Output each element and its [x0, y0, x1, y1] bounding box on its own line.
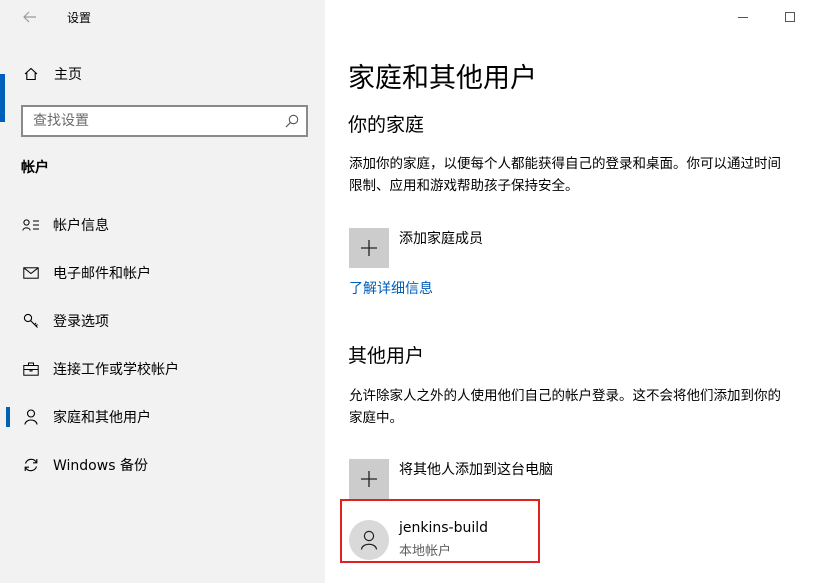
mail-icon — [22, 264, 40, 282]
user-avatar-icon — [360, 530, 378, 550]
family-description: 添加你的家庭，以便每个人都能获得自己的登录和桌面。你可以通过时间限制、应用和游戏… — [349, 156, 781, 194]
sidebar-item-your-info[interactable]: 帐户信息 — [0, 205, 325, 245]
sidebar-item-windows-backup[interactable]: Windows 备份 — [0, 445, 325, 485]
app-title: 设置 — [67, 11, 92, 25]
settings-window: 设置 主页 帐户 — [0, 0, 818, 583]
home-icon — [22, 65, 40, 83]
sidebar-item-sign-in[interactable]: 登录选项 — [0, 301, 325, 341]
sidebar: 设置 主页 帐户 — [0, 0, 325, 583]
sidebar-item-family-other-users[interactable]: 家庭和其他用户 — [0, 397, 325, 437]
user-account-type: 本地帐户 — [399, 544, 452, 559]
sidebar-item-label: Windows 备份 — [53, 458, 148, 474]
sidebar-item-work-school[interactable]: 连接工作或学校帐户 — [0, 349, 325, 389]
minimize-icon — [738, 17, 748, 18]
search-box[interactable] — [21, 105, 308, 137]
user-info-icon — [22, 216, 40, 234]
other-users-description: 允许除家人之外的人使用他们自己的帐户登录。这不会将他们添加到你的家庭中。 — [349, 388, 781, 426]
briefcase-icon — [22, 360, 40, 378]
sidebar-item-label: 电子邮件和帐户 — [53, 266, 151, 282]
search-input[interactable] — [31, 111, 271, 131]
sidebar-item-home[interactable]: 主页 — [0, 54, 325, 94]
back-button[interactable] — [17, 4, 43, 30]
maximize-icon — [785, 12, 795, 22]
sidebar-item-label: 登录选项 — [53, 314, 109, 330]
active-indicator — [6, 407, 10, 427]
sidebar-item-label: 家庭和其他用户 — [53, 410, 151, 426]
add-tile — [349, 228, 389, 268]
sidebar-item-email[interactable]: 电子邮件和帐户 — [0, 253, 325, 293]
add-tile — [349, 459, 389, 499]
sidebar-item-label: 主页 — [54, 67, 82, 83]
add-family-member-button[interactable]: 添加家庭成员 — [349, 228, 483, 268]
other-users-heading: 其他用户 — [348, 345, 425, 367]
sync-icon — [22, 456, 40, 474]
maximize-button[interactable] — [775, 4, 805, 30]
title-bar: 设置 — [0, 0, 325, 34]
sidebar-item-label: 连接工作或学校帐户 — [53, 362, 179, 378]
plus-icon — [361, 471, 377, 487]
add-other-user-label: 将其他人添加到这台电脑 — [399, 462, 553, 478]
search-icon[interactable] — [284, 113, 300, 129]
user-list-item[interactable]: jenkins-build 本地帐户 — [340, 499, 649, 563]
key-icon — [22, 312, 40, 330]
main-content: 家庭和其他用户 你的家庭 添加你的家庭，以便每个人都能获得自己的登录和桌面。你可… — [325, 0, 818, 583]
family-heading: 你的家庭 — [348, 114, 425, 136]
add-family-member-label: 添加家庭成员 — [399, 231, 483, 247]
plus-icon — [361, 240, 377, 256]
sidebar-item-label: 帐户信息 — [53, 218, 109, 234]
minimize-button[interactable] — [728, 4, 758, 30]
section-label-accounts: 帐户 — [21, 160, 49, 176]
avatar — [349, 520, 389, 560]
learn-more-link[interactable]: 了解详细信息 — [349, 278, 433, 298]
page-title: 家庭和其他用户 — [348, 63, 537, 94]
person-icon — [22, 408, 40, 426]
user-name: jenkins-build — [399, 520, 489, 536]
back-arrow-icon — [23, 11, 36, 23]
add-other-user-button[interactable]: 将其他人添加到这台电脑 — [349, 459, 553, 499]
